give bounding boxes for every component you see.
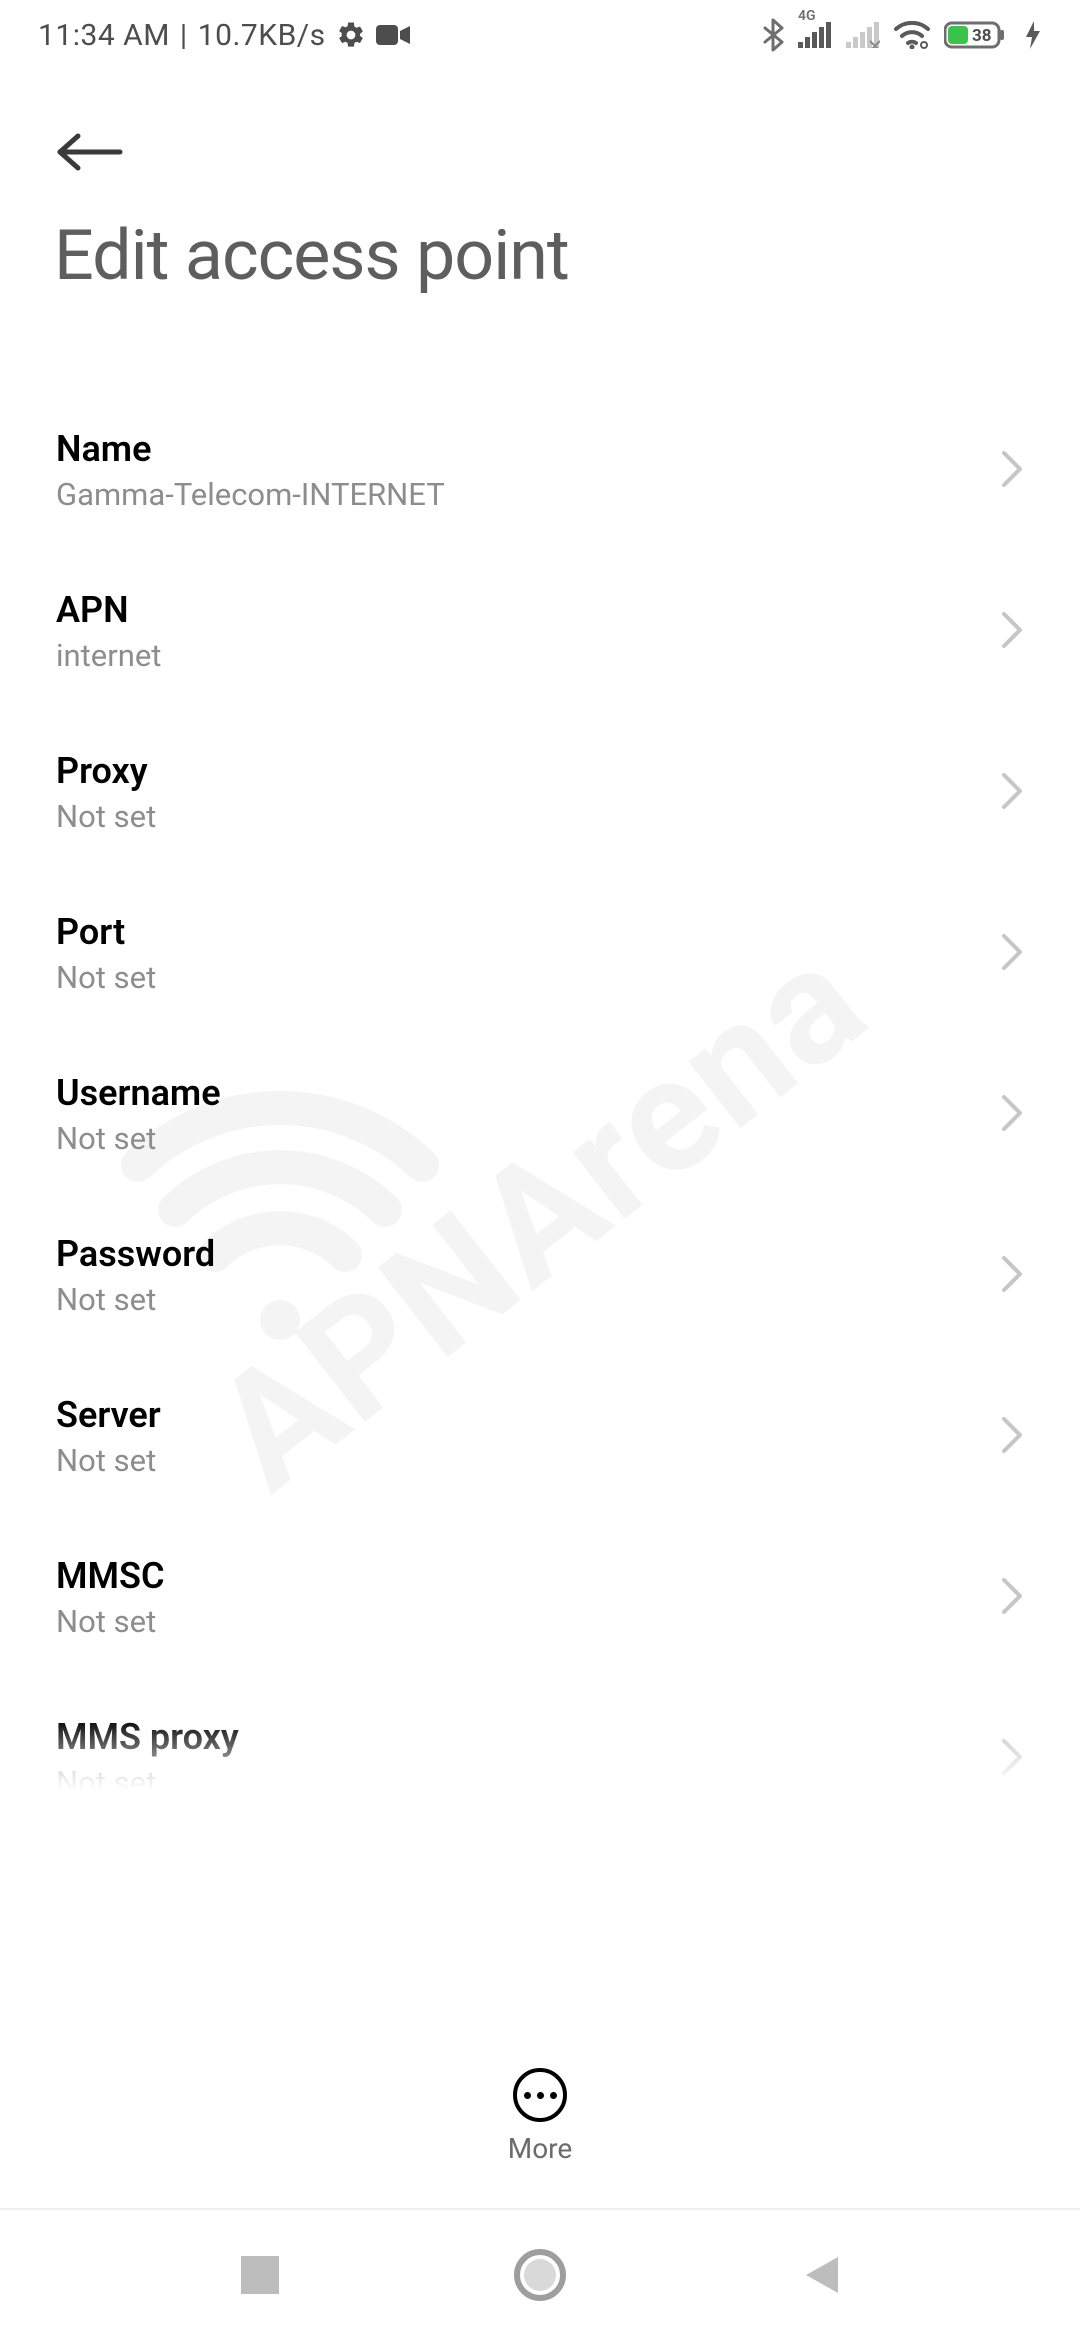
setting-value: Not set [56,798,1020,835]
battery-icon: 38 [944,19,1010,51]
setting-value: Not set [56,1603,1020,1640]
chevron-right-icon [1000,1737,1024,1781]
setting-value: internet [56,637,1020,674]
gear-icon [336,20,366,50]
arrow-left-icon [54,130,126,174]
setting-value: Not set [56,1764,1020,1801]
status-right-cluster: 4G [762,18,1042,52]
status-time: 11:34 AM [38,18,170,53]
chevron-right-icon [1000,1254,1024,1298]
setting-row-mms-proxy[interactable]: MMS proxy Not set [0,1678,1080,1839]
setting-label: MMSC [56,1555,1020,1597]
chevron-right-icon [1000,1093,1024,1137]
nav-back-button[interactable] [790,2245,850,2305]
signal-sim2-icon [846,22,880,48]
video-camera-icon [376,23,410,47]
setting-label: APN [56,589,1020,631]
chevron-right-icon [1000,1415,1024,1459]
nav-recent-button[interactable] [230,2245,290,2305]
more-horizontal-icon [513,2068,567,2122]
setting-label: Username [56,1072,1020,1114]
setting-row-username[interactable]: Username Not set [0,1034,1080,1195]
setting-label: Password [56,1233,1020,1275]
chevron-right-icon [1000,610,1024,654]
chevron-right-icon [1000,771,1024,815]
triangle-left-icon [800,2253,840,2297]
chevron-right-icon [1000,932,1024,976]
setting-label: Port [56,911,1020,953]
setting-row-proxy[interactable]: Proxy Not set [0,712,1080,873]
system-nav-bar [0,2208,1080,2340]
back-button[interactable] [54,130,126,174]
setting-row-mmsc[interactable]: MMSC Not set [0,1517,1080,1678]
setting-row-name[interactable]: Name Gamma-Telecom-INTERNET [0,390,1080,551]
status-separator: | [180,18,188,53]
status-data-speed: 10.7KB/s [198,18,326,53]
setting-label: Server [56,1394,1020,1436]
status-left-cluster: 11:34 AM | 10.7KB/s [38,18,410,53]
apn-settings-list: Name Gamma-Telecom-INTERNET APN internet… [0,390,1080,1839]
circle-icon [514,2249,566,2301]
wifi-icon [894,21,930,49]
setting-value: Not set [56,959,1020,996]
setting-label: Proxy [56,750,1020,792]
status-bar: 11:34 AM | 10.7KB/s 4G [0,0,1080,70]
signal-sim1-icon: 4G [798,22,832,48]
charging-icon [1024,19,1042,51]
setting-row-port[interactable]: Port Not set [0,873,1080,1034]
bluetooth-icon [762,18,784,52]
setting-label: MMS proxy [56,1716,1020,1758]
setting-label: Name [56,428,1020,470]
square-icon [241,2256,279,2294]
setting-row-password[interactable]: Password Not set [0,1195,1080,1356]
setting-value: Gamma-Telecom-INTERNET [56,476,1020,513]
setting-row-server[interactable]: Server Not set [0,1356,1080,1517]
battery-percent-text: 38 [972,26,992,46]
setting-value: Not set [56,1281,1020,1318]
chevron-right-icon [1000,1576,1024,1620]
setting-row-apn[interactable]: APN internet [0,551,1080,712]
chevron-right-icon [1000,449,1024,493]
page-title: Edit access point [54,215,569,297]
setting-value: Not set [56,1442,1020,1479]
setting-value: Not set [56,1120,1020,1157]
more-label: More [508,2132,573,2165]
nav-home-button[interactable] [510,2245,570,2305]
more-button[interactable]: More [0,2068,1080,2165]
